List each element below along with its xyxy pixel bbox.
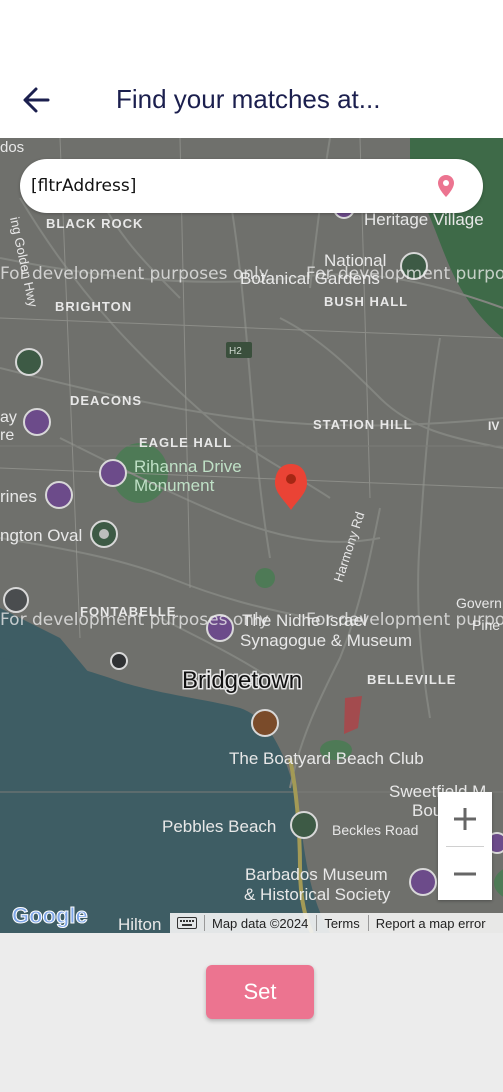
map-label: EAGLE HALL (139, 435, 232, 450)
zoom-out-button[interactable] (438, 847, 492, 901)
minus-icon (454, 872, 476, 876)
map-canvas[interactable]: dos BLACK ROCK Heritage Village National… (0, 138, 503, 933)
map-label: BELLEVILLE (367, 672, 456, 687)
report-error-link[interactable]: Report a map error (369, 916, 486, 931)
location-marker-icon[interactable] (434, 173, 458, 199)
keyboard-icon[interactable] (170, 917, 204, 929)
map-label: The Boatyard Beach Club (229, 749, 424, 768)
map-label: BLACK ROCK (46, 216, 143, 231)
dev-watermark: For development purposes only (306, 610, 503, 630)
map-label: IV (488, 419, 499, 433)
map-label: BRIGHTON (55, 299, 132, 314)
map-view[interactable]: dos BLACK ROCK Heritage Village National… (0, 138, 503, 933)
zoom-controls (438, 792, 492, 900)
map-label: Beckles Road (332, 822, 418, 838)
dev-watermark: For development purposes only (306, 264, 503, 284)
dev-watermark: For development purposes only (0, 264, 269, 284)
map-label: BUSH HALL (324, 294, 408, 309)
map-label: Bridgetown (182, 667, 302, 694)
map-data-text: Map data ©2024 (212, 915, 309, 931)
map-label: Govern (456, 595, 502, 611)
back-arrow-icon[interactable] (18, 82, 56, 118)
map-label: H2 (229, 346, 242, 357)
map-label: ngton Oval (0, 526, 82, 545)
address-search-box[interactable] (20, 159, 483, 213)
terms-link[interactable]: Terms (317, 916, 367, 931)
map-label: ay (0, 409, 17, 426)
map-label: DEACONS (70, 393, 142, 408)
zoom-in-button[interactable] (438, 792, 492, 846)
map-label: dos (0, 139, 24, 156)
address-input[interactable] (31, 174, 411, 198)
map-label: Monument (134, 476, 215, 495)
app-header: Find your matches at... (0, 0, 503, 138)
google-logo: Google (12, 903, 88, 928)
map-label: Hilton (118, 915, 161, 933)
map-label: & Historical Society (244, 885, 391, 904)
plus-icon (454, 808, 476, 830)
map-label: re (0, 427, 14, 444)
dev-watermark: For development purposes only (0, 610, 269, 630)
map-label: Barbados Museum (245, 865, 388, 884)
map-label: Rihanna Drive (134, 457, 242, 476)
map-label: Synagogue & Museum (240, 631, 412, 650)
page-title: Find your matches at... (116, 84, 381, 114)
set-button[interactable]: Set (206, 965, 314, 1019)
map-label: rines (0, 487, 37, 506)
map-label: Pebbles Beach (162, 817, 276, 836)
map-attribution: Map data ©2024 Terms Report a map error (170, 913, 503, 933)
map-label: STATION HILL (313, 417, 413, 432)
